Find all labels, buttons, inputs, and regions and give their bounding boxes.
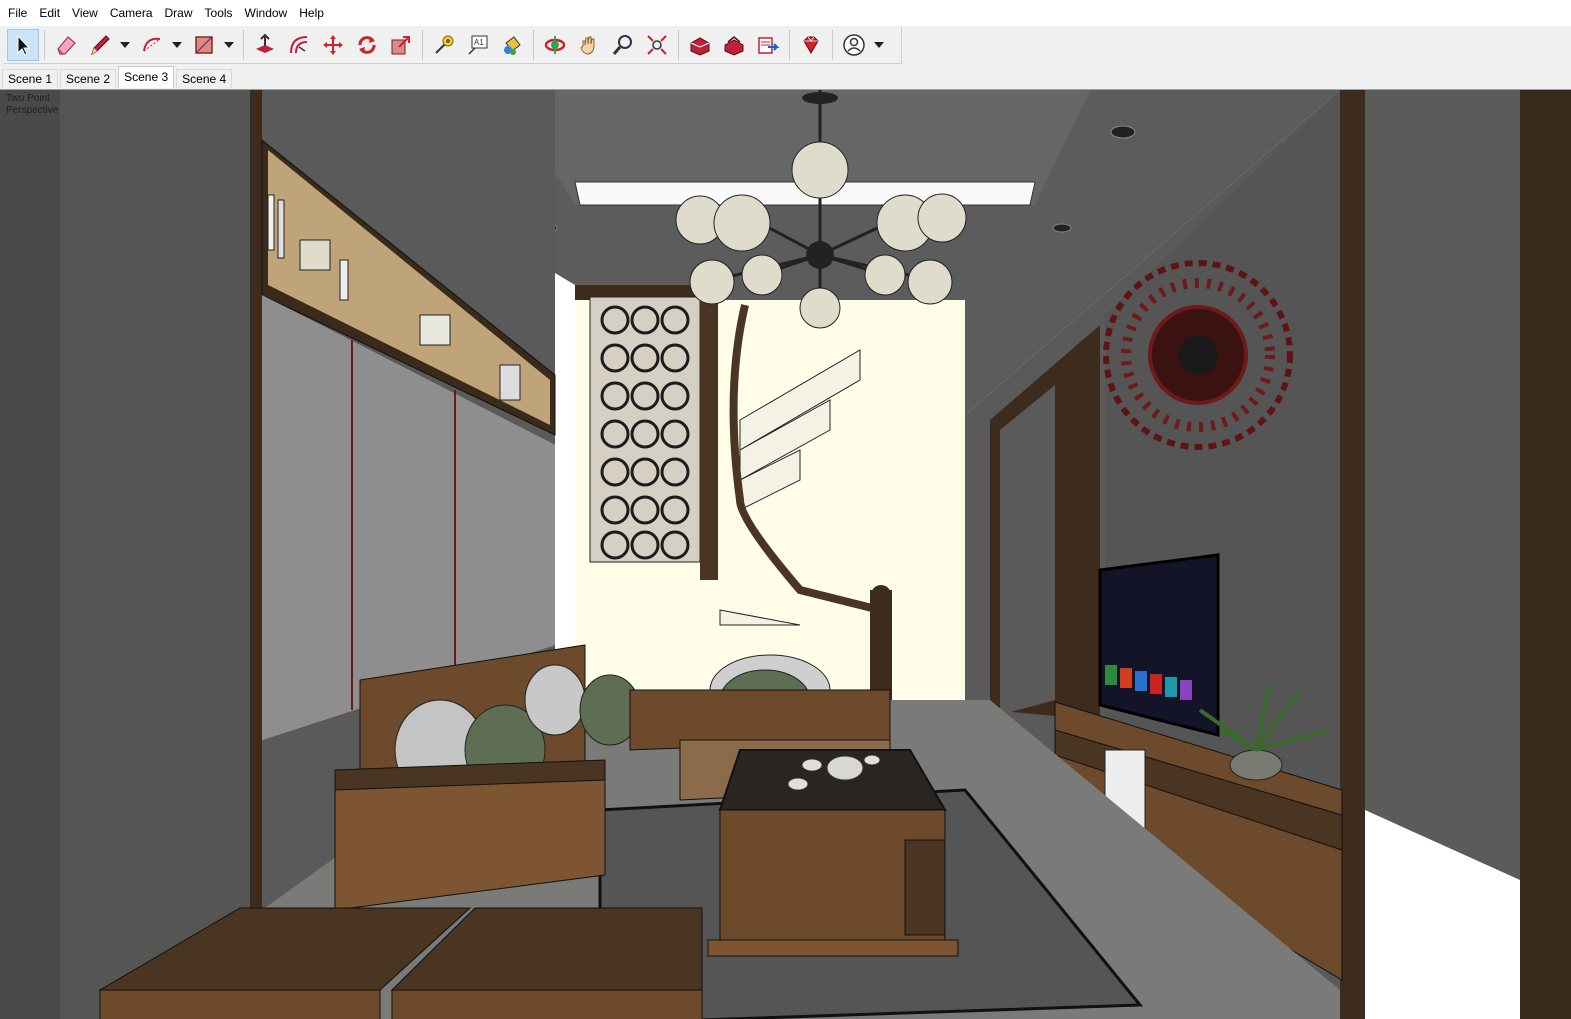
arc-tool-dropdown[interactable] <box>170 29 184 61</box>
push-pull-icon <box>256 33 274 53</box>
extension-warehouse-tool-button[interactable] <box>718 29 750 61</box>
pan-tool-button[interactable] <box>573 29 605 61</box>
toolbar-separator <box>533 30 534 60</box>
account-tool-button[interactable] <box>838 29 870 61</box>
scene-tab-4[interactable]: Scene 4 <box>176 69 233 88</box>
zoom-tool-button[interactable] <box>607 29 639 61</box>
chevron-down-icon <box>874 42 884 48</box>
text-tool-glyph: A1 <box>474 38 484 47</box>
hand-icon <box>580 36 595 55</box>
user-account-icon <box>843 34 865 56</box>
orbit-tool-button[interactable] <box>539 29 571 61</box>
scene-tab-2[interactable]: Scene 2 <box>60 69 117 88</box>
ottoman-right-front <box>391 989 703 1019</box>
modeling-viewport[interactable]: Two Point Perspective <box>0 89 1571 1019</box>
menu-bar: File Edit View Camera Draw Tools Window … <box>0 0 1571 26</box>
layout-icon <box>758 37 780 54</box>
downlight <box>1052 223 1072 233</box>
eraser-icon <box>57 36 76 55</box>
move-icon <box>323 35 343 55</box>
chevron-down-icon <box>172 42 182 48</box>
toolbar-separator <box>44 30 45 60</box>
menu-file[interactable]: File <box>2 1 33 25</box>
text-icon: A1 <box>468 35 488 55</box>
shape-tool-dropdown[interactable] <box>222 29 236 61</box>
account-dropdown[interactable] <box>872 29 886 61</box>
menu-help[interactable]: Help <box>293 1 330 25</box>
right-outer-post <box>1520 90 1571 1019</box>
zoom-extents-icon <box>647 35 667 55</box>
screen-post <box>700 285 718 580</box>
offset-tool-button[interactable] <box>283 29 315 61</box>
right-panel <box>1000 385 1055 715</box>
rectangle-icon <box>195 36 213 54</box>
zoom-extents-tool-button[interactable] <box>641 29 673 61</box>
chevron-down-icon <box>224 42 234 48</box>
large-tool-set-toolbar: A1 <box>4 27 902 64</box>
coffee-table-base <box>707 939 959 957</box>
arc-icon <box>143 37 161 52</box>
camera-view-label: Two Point Perspective <box>6 93 66 117</box>
ruby-gem-icon <box>803 36 819 54</box>
menu-edit[interactable]: Edit <box>33 1 66 25</box>
chevron-down-icon <box>120 42 130 48</box>
right-post <box>1340 90 1365 1019</box>
line-tool-button[interactable] <box>84 29 116 61</box>
text-tool-button[interactable]: A1 <box>462 29 494 61</box>
newel-cap <box>871 585 891 605</box>
warehouse-tool-button[interactable] <box>684 29 716 61</box>
rotate-tool-button[interactable] <box>351 29 383 61</box>
scale-tool-button[interactable] <box>385 29 417 61</box>
scale-icon <box>391 36 410 55</box>
view-label-line-1: Two Point <box>6 93 50 104</box>
menu-view[interactable]: View <box>66 1 104 25</box>
paint-bucket-tool-button[interactable] <box>496 29 528 61</box>
pencil-icon <box>91 35 110 56</box>
toolbar-separator <box>832 30 833 60</box>
ottoman-left-front <box>99 989 381 1019</box>
scene-tabs-bar: Scene 1 Scene 2 Scene 3 Scene 4 <box>0 66 1571 88</box>
tape-measure-icon <box>435 35 454 54</box>
tv-screen <box>1098 553 1220 737</box>
right-fabric-wall <box>1365 90 1520 880</box>
left-wood-post <box>250 90 262 1019</box>
left-fabric-wall <box>60 90 250 1019</box>
send-to-layout-tool-button[interactable] <box>752 29 784 61</box>
offset-icon <box>290 36 308 54</box>
warehouse-icon <box>690 37 710 56</box>
extension-warehouse-icon <box>724 36 744 56</box>
magnifier-icon <box>612 35 632 55</box>
paint-bucket-icon <box>504 36 521 55</box>
menu-camera[interactable]: Camera <box>104 1 159 25</box>
menu-window[interactable]: Window <box>239 1 294 25</box>
menu-tools[interactable]: Tools <box>199 1 239 25</box>
select-tool-button[interactable] <box>7 29 39 61</box>
scene-tab-1[interactable]: Scene 1 <box>2 69 59 88</box>
toolbar-separator <box>243 30 244 60</box>
left-edge-strip <box>0 90 60 1019</box>
scene-tab-3[interactable]: Scene 3 <box>118 66 175 88</box>
orbit-icon <box>544 36 566 54</box>
view-label-line-2: Perspective <box>6 105 59 116</box>
line-tool-dropdown[interactable] <box>118 29 132 61</box>
toolbar-separator <box>789 30 790 60</box>
toolbar-separator <box>422 30 423 60</box>
move-tool-button[interactable] <box>317 29 349 61</box>
arrow-cursor-icon <box>17 34 31 56</box>
downlight <box>1110 125 1136 139</box>
arc-tool-button[interactable] <box>136 29 168 61</box>
tape-measure-tool-button[interactable] <box>428 29 460 61</box>
rotate-icon <box>358 36 376 54</box>
coffee-table-drawer <box>904 839 946 936</box>
shape-tool-button[interactable] <box>188 29 220 61</box>
interior-render <box>0 90 1571 1019</box>
push-pull-tool-button[interactable] <box>249 29 281 61</box>
extension-manager-tool-button[interactable] <box>795 29 827 61</box>
eraser-tool-button[interactable] <box>50 29 82 61</box>
toolbar-separator <box>678 30 679 60</box>
menu-draw[interactable]: Draw <box>159 1 199 25</box>
